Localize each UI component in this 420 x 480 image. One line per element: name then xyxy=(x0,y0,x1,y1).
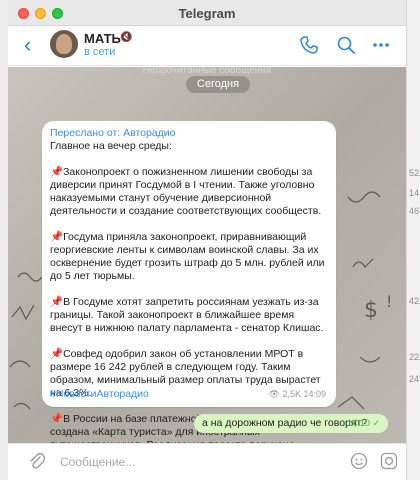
window-title: Telegram xyxy=(178,6,236,21)
message-time: 14:09 xyxy=(303,389,326,399)
message-item: 📌Законопроект о пожизненном лишении своб… xyxy=(50,166,322,217)
more-icon[interactable] xyxy=(370,34,392,56)
pushpin-icon: 📌 xyxy=(50,166,64,178)
outgoing-message-meta: 14:10 ✓ xyxy=(347,418,380,429)
side-count: 22 xyxy=(409,352,420,362)
compose-bar xyxy=(8,443,406,480)
chat-name[interactable]: МАТЬ xyxy=(84,31,121,46)
pushpin-icon: 📌 xyxy=(50,413,64,425)
side-count: 14 xyxy=(409,188,420,198)
phone-icon[interactable] xyxy=(298,34,320,56)
pushpin-icon: 📌 xyxy=(50,231,64,243)
video-message-icon[interactable] xyxy=(380,452,398,470)
message-item: 📌Госдума приняла законопроект, приравнив… xyxy=(50,231,325,282)
message-intro: Главное на вечер среды: xyxy=(50,140,172,152)
side-count: 46 xyxy=(409,206,420,216)
outgoing-time: 14:10 xyxy=(347,418,370,428)
back-arrow-icon[interactable]: ‹ xyxy=(24,34,31,56)
emoji-icon[interactable] xyxy=(350,452,368,470)
telegram-window: Telegram ‹ МАТЬ 🔇 в сети $ ! Непрочитанн… xyxy=(8,0,406,480)
search-icon[interactable] xyxy=(335,34,357,56)
hashtag-link[interactable]: #НовостиАвторадио xyxy=(50,388,149,400)
unread-divider: Непрочитанные сообщения xyxy=(142,67,272,76)
background-window-edge: 52 14 46 42 22 24 xyxy=(406,0,420,480)
outgoing-message-bubble[interactable]: а на дорожном радио че говорят? 14:10 ✓ xyxy=(194,414,388,433)
svg-text:$: $ xyxy=(364,298,378,323)
pushpin-icon: 📌 xyxy=(50,348,64,360)
message-input[interactable] xyxy=(60,453,280,471)
view-count: 2,5K xyxy=(282,389,301,399)
forwarded-message-bubble[interactable]: Переслано от: Авторадио Главное на вечер… xyxy=(42,121,336,443)
date-separator: Сегодня xyxy=(186,76,250,93)
forwarded-from-link[interactable]: Переслано от: Авторадио xyxy=(50,127,326,140)
svg-text:!: ! xyxy=(386,292,392,311)
chat-area[interactable]: $ ! Непрочитанные сообщения Сегодня Пере… xyxy=(8,67,406,443)
title-bar: Telegram xyxy=(8,0,406,26)
paperclip-icon[interactable] xyxy=(28,452,46,472)
eye-icon: 👁 xyxy=(268,389,280,399)
pushpin-icon: 📌 xyxy=(50,296,64,308)
message-item: 📌В Госдуме хотят запретить россиянам уез… xyxy=(50,296,324,334)
avatar[interactable] xyxy=(50,30,78,58)
side-count: 24 xyxy=(409,374,420,384)
chat-status: в сети xyxy=(84,46,116,58)
chat-header: ‹ МАТЬ 🔇 в сети xyxy=(8,26,406,66)
side-count: 52 xyxy=(409,168,420,178)
read-check-icon: ✓ xyxy=(372,418,380,428)
side-count: 42 xyxy=(409,296,420,306)
message-meta: 👁 2,5K 14:09 xyxy=(268,389,326,400)
mute-icon: 🔇 xyxy=(120,32,133,43)
